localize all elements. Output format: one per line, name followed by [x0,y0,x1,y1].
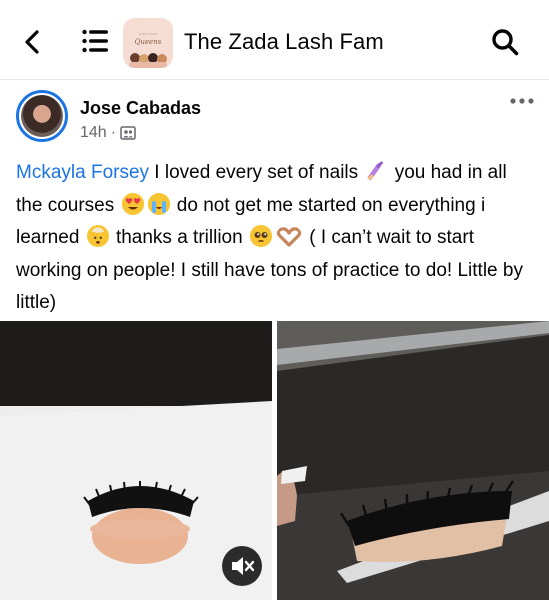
exploding-head-emoji-icon [86,225,109,247]
author-avatar[interactable] [16,90,68,142]
sound-muted-icon[interactable] [222,546,262,586]
pleading-face-emoji-icon [249,225,272,247]
back-chevron-icon[interactable] [18,27,48,57]
group-title[interactable]: The Zada Lash Fam [184,29,384,55]
lash-practice-photo-right [277,321,549,600]
post-meta: 14h · [80,124,136,142]
nail-polish-emoji-icon [367,160,385,182]
group-avatar-people-illustration [129,53,167,68]
more-horizontal-icon[interactable] [509,92,535,110]
group-avatar[interactable]: ZADA LASH Queens [123,18,173,68]
post-header: Jose Cabadas 14h · [0,80,549,150]
post-photo-right[interactable] [277,321,549,600]
loudly-crying-emoji-icon [147,192,170,215]
mention-link[interactable]: Mckayla Forsey [16,162,149,183]
heart-hands-emoji-icon [276,227,302,247]
hamburger-menu-icon[interactable] [82,28,108,54]
search-icon[interactable] [490,27,520,57]
post-timestamp[interactable]: 14h [80,124,107,142]
author-name[interactable]: Jose Cabadas [80,98,201,119]
post-text-segment: I loved every set of nails [149,162,364,183]
post-text-segment: thanks a trillion [110,227,248,248]
post-text: Mckayla Forsey I loved every set of nail… [16,157,536,320]
meta-separator: · [110,124,117,141]
group-members-icon [120,126,136,140]
heart-eyes-emoji-icon [121,192,144,215]
top-navigation-bar: ZADA LASH Queens The Zada Lash Fam [0,0,549,80]
